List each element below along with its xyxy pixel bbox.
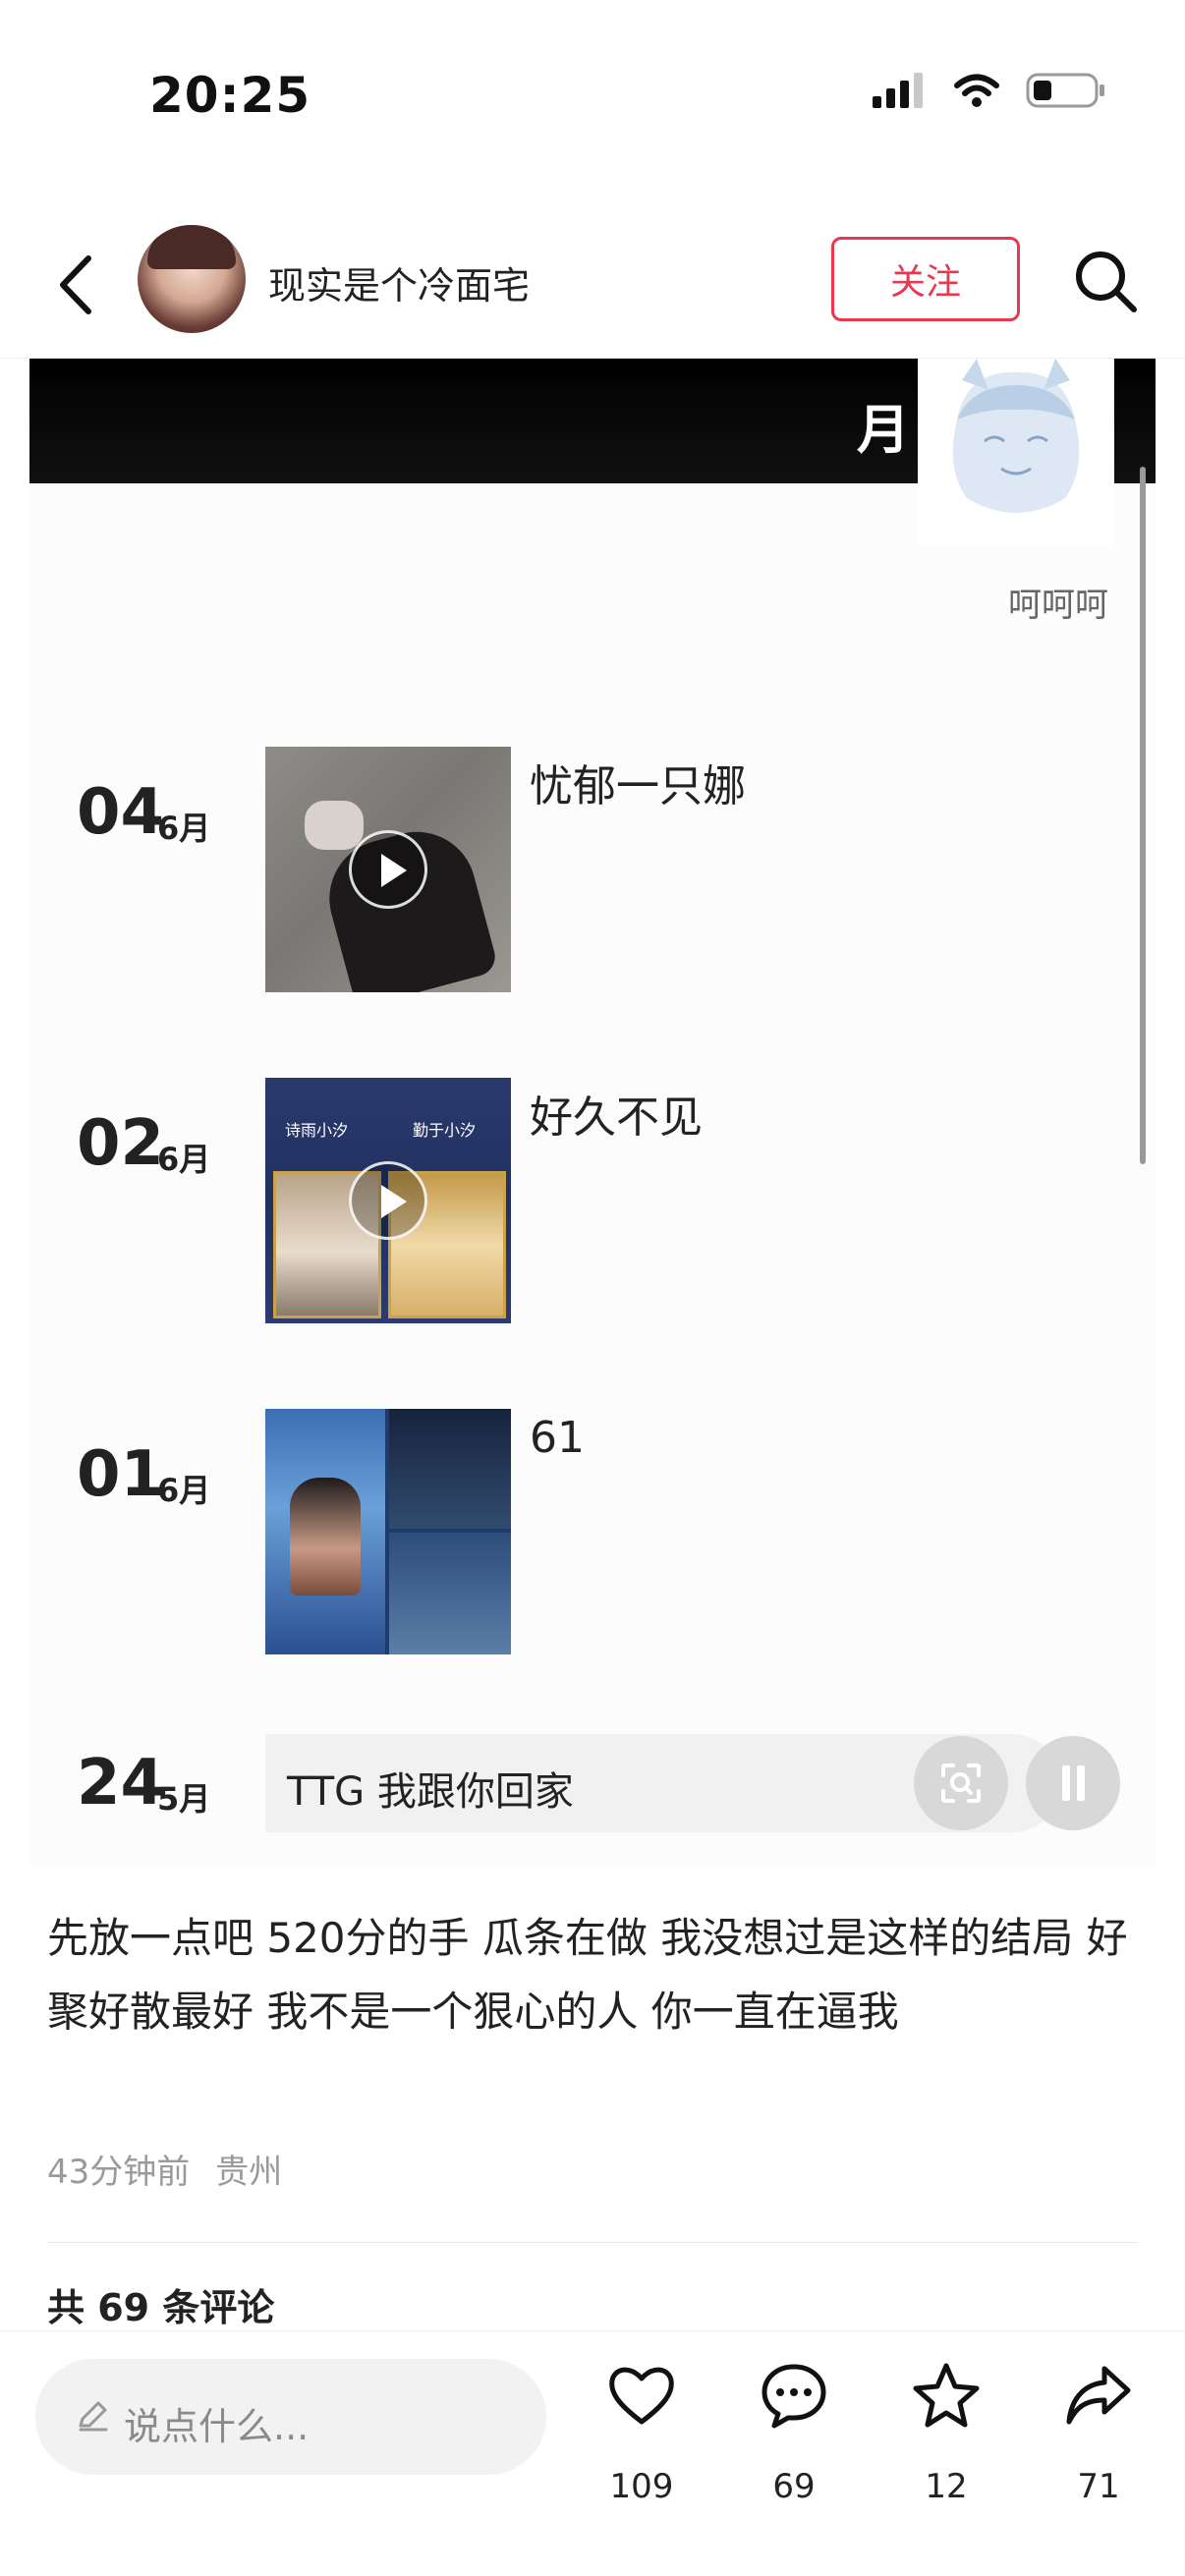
star-icon: [913, 2363, 980, 2428]
thumbnail-panel: [389, 1533, 511, 1654]
comment-bubble-icon: [762, 2364, 826, 2429]
video-thumbnail[interactable]: 诗雨小汐 勤于小汐: [265, 1078, 511, 1323]
post-meta: 43分钟前 贵州: [47, 2145, 282, 2193]
post-month: 6月: [157, 1472, 211, 1509]
battery-icon: [1026, 73, 1104, 108]
comment-button[interactable]: 69: [745, 2361, 843, 2508]
list-item[interactable]: 01 6月 61: [29, 1409, 1110, 1694]
banner-text: 月: [857, 399, 910, 461]
share-count: 71: [1077, 2467, 1120, 2506]
favorite-count: 12: [925, 2467, 968, 2506]
comment-count: 69: [772, 2467, 816, 2506]
list-item[interactable]: 02 6月 诗雨小汐 勤于小汐 好久不见: [29, 1078, 1110, 1363]
wifi-icon: [954, 74, 999, 107]
status-icons: [873, 71, 1106, 110]
comment-input[interactable]: 说点什么...: [35, 2359, 546, 2475]
scan-icon: [941, 1764, 981, 1803]
share-button[interactable]: 71: [1049, 2361, 1148, 2508]
pause-button[interactable]: [1026, 1736, 1120, 1830]
play-icon[interactable]: [349, 1161, 427, 1240]
image-search-button[interactable]: [914, 1736, 1008, 1830]
chevron-left-icon: [60, 255, 91, 314]
username[interactable]: 现实是个冷面宅: [268, 255, 530, 309]
like-count: 109: [609, 2467, 674, 2506]
search-icon: [1076, 252, 1137, 312]
thumbnail-text: 勤于小汐: [413, 1121, 477, 1140]
status-time: 20:25: [149, 67, 311, 124]
top-nav: 现实是个冷面宅 关注: [0, 211, 1185, 359]
like-button[interactable]: 109: [592, 2361, 691, 2508]
post-day: 01: [77, 1438, 165, 1511]
scrollbar[interactable]: [1140, 467, 1146, 1164]
heart-icon: [609, 2367, 674, 2425]
post-title: 61: [530, 1413, 585, 1463]
post-day: 04: [77, 776, 165, 849]
post-caption: 先放一点吧 520分的手 瓜条在做 我没想过是这样的结局 好聚好散最好 我不是一…: [47, 1914, 1128, 2036]
back-button[interactable]: [51, 251, 100, 319]
post-time: 43分钟前: [47, 2153, 191, 2192]
list-item[interactable]: 04 6月 忧郁一只娜: [29, 747, 1110, 1032]
avatar[interactable]: [138, 225, 246, 333]
comment-placeholder: 说点什么...: [124, 2405, 310, 2448]
pencil-icon: [79, 2401, 108, 2432]
post-media[interactable]: 月 呵呵呵 04 6月 忧郁一只娜 02 6月 诗雨小汐 勤于小汐 好久不见 0…: [29, 359, 1156, 1867]
thumbnail-panel: [389, 1409, 511, 1529]
search-button[interactable]: [1071, 247, 1140, 315]
post-location[interactable]: 贵州: [215, 2153, 282, 2192]
share-arrow-icon: [1066, 2366, 1131, 2425]
status-bar: 20:25: [0, 0, 1185, 187]
post-month: 5月: [157, 1780, 211, 1818]
thumbnail-figure: [305, 801, 364, 850]
comments-header: 共 69 条评论: [47, 2286, 275, 2329]
post-day: 02: [77, 1107, 165, 1180]
post-month: 6月: [157, 1141, 211, 1178]
image-thumbnail[interactable]: [265, 1409, 511, 1654]
post-title: 好久不见: [530, 1092, 703, 1143]
cellular-signal-icon: [873, 73, 923, 108]
anime-sticker-icon: [952, 359, 1080, 513]
sticker-image: [918, 359, 1114, 547]
audio-track-name: TTG 我跟你回家: [287, 1769, 574, 1815]
sticker-caption: 呵呵呵: [1008, 586, 1108, 625]
divider: [47, 2242, 1138, 2243]
video-thumbnail[interactable]: [265, 747, 511, 992]
bottom-action-bar: 说点什么... 109 69 12 71: [0, 2330, 1185, 2576]
thumbnail-text: 诗雨小汐: [285, 1121, 349, 1140]
favorite-button[interactable]: 12: [897, 2361, 995, 2508]
post-day: 24: [77, 1747, 165, 1820]
follow-button[interactable]: 关注: [831, 237, 1020, 321]
play-icon[interactable]: [349, 830, 427, 909]
post-title: 忧郁一只娜: [530, 761, 746, 812]
thumbnail-figure: [290, 1478, 361, 1596]
post-month: 6月: [157, 810, 211, 847]
